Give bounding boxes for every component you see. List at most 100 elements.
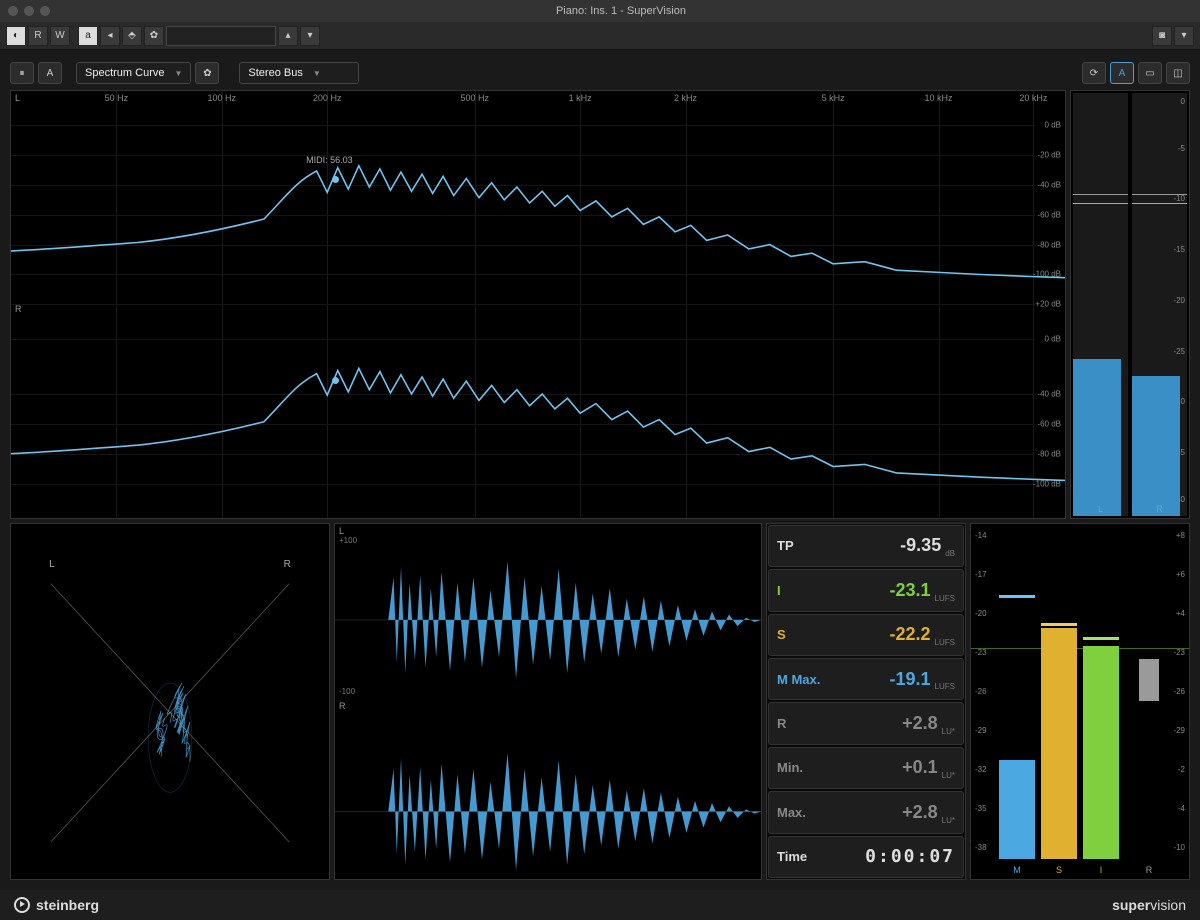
module-controls: ⏸ A Spectrum Curve ▼ ✿ Stereo Bus ▼ ⟳ A …	[10, 60, 1190, 86]
zoom-icon[interactable]	[40, 6, 50, 16]
loudness-i-row[interactable]: I -23.1 LUFS	[768, 569, 964, 611]
window-title: Piano: Ins. 1 - SuperVision	[50, 5, 1192, 17]
i-peak	[1083, 637, 1119, 640]
chevron-down-icon: ▼	[313, 69, 321, 78]
peak-meter-left: L	[1073, 93, 1128, 516]
up-button[interactable]: ▴	[278, 26, 298, 46]
lb-tick: -4	[1178, 804, 1185, 813]
loudness-readout: TP -9.35 dB I -23.1 LUFS S -22.2 LUFS M …	[766, 523, 966, 880]
lb-tick: +6	[1176, 570, 1185, 579]
screenshot-button[interactable]: ◙	[1152, 26, 1172, 46]
loudness-bars-display[interactable]: -14 -17 -20 -23 -26 -29 -32 -35 -38 +8 +…	[970, 523, 1190, 880]
peak-meter-right: 0 -5 -10 -15 -20 -25 -30 -35 -40 R	[1132, 93, 1187, 516]
read-automation-button[interactable]: R	[28, 26, 48, 46]
lb-m-label: M	[1013, 865, 1021, 875]
layout-1-button[interactable]: ▭	[1138, 62, 1162, 84]
target-line	[971, 648, 1189, 649]
channel-select[interactable]: Stereo Bus ▼	[239, 62, 359, 84]
lb-tick: -32	[975, 765, 987, 774]
hold-button[interactable]: A	[38, 62, 62, 84]
loudness-tp-row[interactable]: TP -9.35 dB	[768, 525, 964, 567]
steinberg-logo-icon	[14, 897, 30, 913]
lb-tick: -10	[1173, 843, 1185, 852]
loudness-s-row[interactable]: S -22.2 LUFS	[768, 614, 964, 656]
loudness-r-row[interactable]: R +2.8 LU*	[768, 702, 964, 744]
chevron-down-icon: ▼	[174, 69, 182, 78]
down-button[interactable]: ▾	[300, 26, 320, 46]
i-unit: LUFS	[935, 594, 955, 603]
close-icon[interactable]	[8, 6, 18, 16]
vendor-name: steinberg	[36, 897, 99, 913]
vectorscope-display[interactable]: L R	[10, 523, 330, 880]
waveform-display[interactable]: L +100 -100 R	[334, 523, 762, 880]
loudness-m-row[interactable]: M Max. -19.1 LUFS	[768, 658, 964, 700]
prev-preset-button[interactable]: ◂	[100, 26, 120, 46]
min-label: Min.	[777, 760, 829, 775]
lb-tick: -23	[975, 648, 987, 657]
s-unit: LUFS	[935, 638, 955, 647]
max-label: Max.	[777, 805, 829, 820]
m-label: M Max.	[777, 672, 829, 687]
camera-icon: ◙	[1159, 30, 1165, 41]
minimize-icon[interactable]	[24, 6, 34, 16]
channel-select-label: Stereo Bus	[248, 67, 302, 79]
min-value: +0.1	[829, 757, 938, 778]
gear-icon: ✿	[203, 68, 211, 79]
split-icon: ◫	[1173, 68, 1182, 79]
lb-tick: -20	[975, 609, 987, 618]
lb-tick: -17	[975, 570, 987, 579]
pause-button[interactable]: ⏸	[10, 62, 34, 84]
lb-tick: -35	[975, 804, 987, 813]
write-automation-button[interactable]: W	[50, 26, 70, 46]
max-value: +2.8	[829, 802, 938, 823]
s-value: -22.2	[829, 624, 931, 645]
plugin-main: ⏸ A Spectrum Curve ▼ ✿ Stereo Bus ▼ ⟳ A …	[0, 50, 1200, 890]
r-unit: LU*	[942, 727, 955, 736]
loudness-time-row[interactable]: Time 0:00:07	[768, 836, 964, 878]
meter-tick: -20	[1173, 296, 1185, 305]
preset-select[interactable]	[166, 26, 276, 46]
lb-tick: -26	[1173, 687, 1185, 696]
layout-2-button[interactable]: ◫	[1166, 62, 1190, 84]
lb-tick: -29	[1173, 726, 1185, 735]
a-button[interactable]: A	[1110, 62, 1134, 84]
lb-tick: +4	[1176, 609, 1185, 618]
product-name: supervision	[1112, 897, 1186, 913]
vendor-brand: steinberg	[14, 897, 99, 913]
tp-label: TP	[777, 538, 829, 553]
loudness-min-row[interactable]: Min. +0.1 LU*	[768, 747, 964, 789]
preset-menu-button[interactable]: ⬘	[122, 26, 142, 46]
peak-meter[interactable]: L 0 -5 -10 -15 -20 -25 -30 -35 -40 R	[1070, 90, 1190, 519]
meter-tick: -15	[1173, 245, 1185, 254]
m-unit: LUFS	[935, 682, 955, 691]
module-select[interactable]: Spectrum Curve ▼	[76, 62, 191, 84]
product-name-b: vision	[1150, 897, 1186, 913]
ab-button[interactable]: a	[78, 26, 98, 46]
menu-button[interactable]: ▾	[1174, 26, 1194, 46]
loudness-max-row[interactable]: Max. +2.8 LU*	[768, 791, 964, 833]
gear-icon: ✿	[150, 30, 158, 41]
m-value: -19.1	[829, 669, 931, 690]
layout-icon: ▭	[1145, 68, 1154, 79]
s-label: S	[777, 627, 829, 642]
lb-tick: -29	[975, 726, 987, 735]
tp-value: -9.35	[829, 535, 941, 556]
r-value: +2.8	[829, 713, 938, 734]
loudness-bar-s	[1041, 628, 1077, 859]
refresh-icon: ⟳	[1090, 68, 1098, 79]
r-label: R	[777, 716, 829, 731]
tp-unit: dB	[945, 549, 955, 558]
lb-tick: -38	[975, 843, 987, 852]
s-peak	[1041, 623, 1077, 626]
bypass-button[interactable]: ◐	[6, 26, 26, 46]
loudness-bar-m	[999, 760, 1035, 859]
settings-button[interactable]: ✿	[144, 26, 164, 46]
meter-r-label: R	[1156, 504, 1163, 514]
meter-tick: 0	[1181, 97, 1185, 106]
loudness-bar-i	[1083, 646, 1119, 859]
module-settings-button[interactable]: ✿	[195, 62, 219, 84]
spectrum-display[interactable]: L R 50 Hz 100 Hz 200 Hz 500 Hz 1 kHz 2 k…	[10, 90, 1066, 519]
refresh-button[interactable]: ⟳	[1082, 62, 1106, 84]
lb-tick: -2	[1178, 765, 1185, 774]
meter-tick: -5	[1178, 144, 1185, 153]
